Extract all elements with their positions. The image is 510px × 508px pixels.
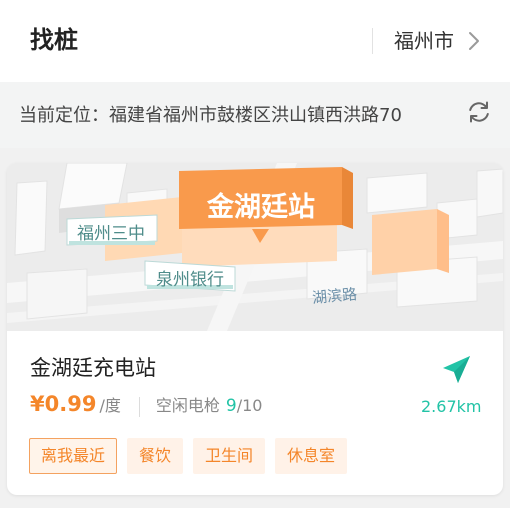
map-label-bank: 泉州银行 (156, 270, 224, 290)
idle-guns-free: 9 (225, 396, 237, 416)
distance: 2.67km (421, 397, 482, 416)
station-tags: 离我最近 餐饮 卫生间 休息室 (29, 438, 348, 474)
map-label-building: 福州三中 (77, 224, 145, 244)
station-map[interactable]: 金湖廷站 福州三中 泉州银行 湖滨路 (7, 163, 503, 331)
tag-dining: 餐饮 (127, 438, 184, 474)
tag-restroom: 卫生间 (193, 438, 266, 474)
tag-lounge: 休息室 (275, 438, 348, 474)
navigation-arrow-icon[interactable] (439, 353, 473, 387)
station-name: 金湖廷充电站 (30, 356, 156, 380)
chevron-right-icon (469, 32, 479, 50)
page-title: 找桩 (30, 26, 78, 54)
header: 找桩 福州市 (0, 0, 510, 82)
city-divider (372, 28, 373, 54)
refresh-icon[interactable] (466, 99, 492, 125)
price-unit: /度 (99, 396, 121, 415)
tag-nearest: 离我最近 (29, 438, 118, 474)
price-divider (138, 397, 140, 417)
price-row: ¥0.99 /度 空闲电枪 9 / 10 (30, 392, 262, 422)
station-card[interactable]: 金湖廷站 福州三中 泉州银行 湖滨路 金湖廷充电站 ¥0.99 /度 空闲电枪 … (7, 163, 503, 495)
map-label-station: 金湖廷站 (206, 191, 315, 223)
city-name: 福州市 (394, 29, 454, 53)
city-selector[interactable]: 福州市 (394, 26, 480, 56)
idle-guns-label: 空闲电枪 (155, 396, 220, 415)
current-location: 当前定位：福建省福州市鼓楼区洪山镇西洪路70 (19, 105, 402, 126)
idle-guns-total: 10 (242, 396, 263, 415)
price-value: ¥0.99 (30, 392, 97, 416)
location-bar: 当前定位：福建省福州市鼓楼区洪山镇西洪路70 (0, 82, 510, 148)
